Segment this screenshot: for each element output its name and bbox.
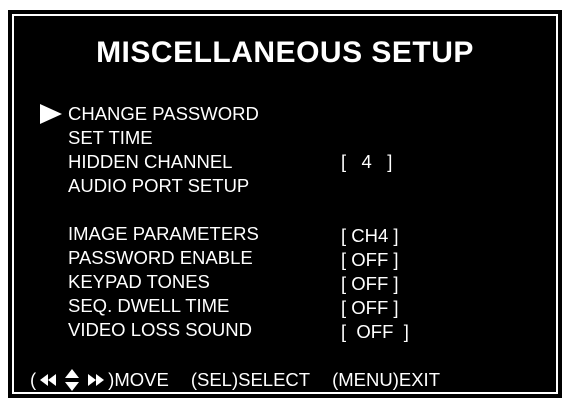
- menu-item-password-enable[interactable]: PASSWORD ENABLE: [68, 248, 253, 268]
- video-loss-sound-value: [ OFF ]: [341, 321, 409, 342]
- menu-item-image-parameters[interactable]: IMAGE PARAMETERS: [68, 224, 259, 244]
- menu-item-video-loss-sound[interactable]: VIDEO LOSS SOUND: [68, 320, 252, 340]
- triangle-right-icon: [40, 104, 62, 124]
- menu-item-set-time[interactable]: SET TIME: [68, 128, 153, 148]
- password-enable-value: [ OFF ]: [341, 249, 399, 270]
- osd-screen: MISCELLANEOUS SETUP CHANGE PASSWORD SET …: [8, 10, 562, 398]
- seq-dwell-time-value: [ OFF ]: [341, 297, 399, 318]
- help-move: )MOVE: [108, 369, 169, 390]
- arrow-keys-icon: [40, 369, 105, 391]
- keypad-tones-value: [ OFF ]: [341, 273, 399, 294]
- help-exit: (MENU)EXIT: [332, 369, 440, 390]
- menu-item-keypad-tones[interactable]: KEYPAD TONES: [68, 272, 210, 292]
- menu-item-hidden-channel[interactable]: HIDDEN CHANNEL: [68, 152, 232, 172]
- hidden-channel-value: [ 4 ]: [341, 151, 393, 172]
- menu-item-change-password[interactable]: CHANGE PASSWORD: [68, 104, 259, 124]
- help-select: (SEL)SELECT: [190, 369, 311, 390]
- image-parameters-value: [ CH4 ]: [341, 225, 399, 246]
- help-bar: ( )MOVE (SEL)SELECT (MENU)EXIT: [30, 368, 440, 392]
- page-title: MISCELLANEOUS SETUP: [96, 36, 474, 69]
- menu-item-audio-port-setup[interactable]: AUDIO PORT SETUP: [68, 176, 249, 196]
- help-open-paren: (: [30, 369, 37, 390]
- menu-item-seq-dwell-time[interactable]: SEQ. DWELL TIME: [68, 296, 229, 316]
